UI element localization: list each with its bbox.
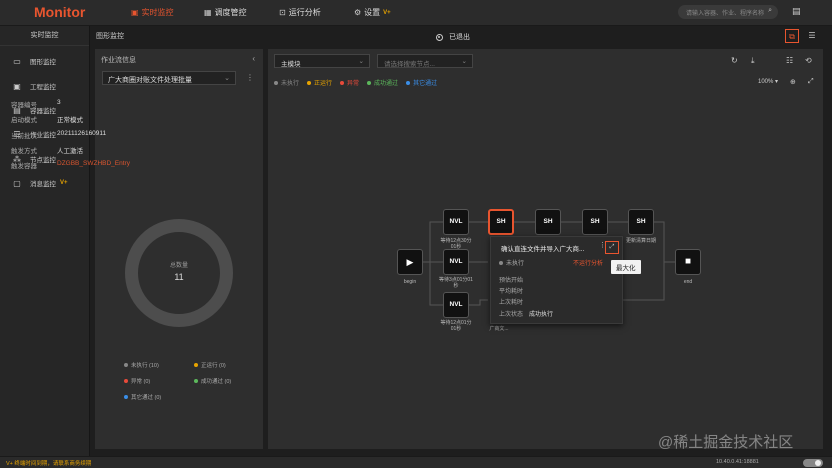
begin-node[interactable]: ▶ [397,249,423,275]
popup-row: 上次耗时 [499,297,529,306]
node-label: end [683,279,693,285]
nvl-node[interactable]: NVL [443,292,469,318]
maximize-button[interactable]: ⤢ [605,241,619,254]
popup-row-key: 上次耗时 [499,300,524,306]
popup-row: 上次状态 成功执行 [499,309,553,318]
node-label: 广商文... [489,326,509,332]
popup-status-text: 未执行 [506,261,525,267]
popup-status: 未执行 [499,258,524,267]
graph-edges [422,221,675,306]
sh-node[interactable]: SH [628,209,654,235]
sh-node[interactable]: SH [582,209,608,235]
node-label: begin [403,279,417,285]
license-warning: V+ 终端时间到期，请联系商务续期 [6,461,92,467]
node-label: 更新清算日期 [625,238,656,244]
maximize-tooltip: 最大化 [611,260,641,274]
popup-row-value: 成功执行 [529,312,554,318]
sh-node-selected[interactable]: SH [488,209,514,235]
nvl-node[interactable]: NVL [443,209,469,235]
theme-toggle[interactable] [803,459,823,467]
popup-row-key: 预估开始 [499,278,524,284]
node-label: 等待3点01分01秒 [439,277,473,289]
nvl-node[interactable]: NVL [443,249,469,275]
server-address: 10.40.0.41:18881 [716,459,759,465]
status-bar: V+ 终端时间到期，请联系商务续期 10.40.0.41:18881 [0,456,832,468]
node-label: 等待12点01分01秒 [440,320,472,332]
popup-row-key: 上次状态 [499,312,524,318]
popup-row: 平均耗时 [499,286,529,295]
popup-analysis-link[interactable]: 不运行分析 [573,258,603,267]
node-detail-popup: 确认直连文件并导入广大商... ⋮ ⤢ 未执行 不运行分析 预估开始 平均耗时 … [490,236,623,324]
end-node[interactable]: ■ [675,249,701,275]
sh-node[interactable]: SH [535,209,561,235]
popup-row-key: 平均耗时 [499,289,524,295]
popup-row: 预估开始 [499,275,529,284]
popup-title: 确认直连文件并导入广大商... [501,246,585,253]
watermark: @稀土掘金技术社区 [658,434,794,451]
status-dot [499,260,503,265]
